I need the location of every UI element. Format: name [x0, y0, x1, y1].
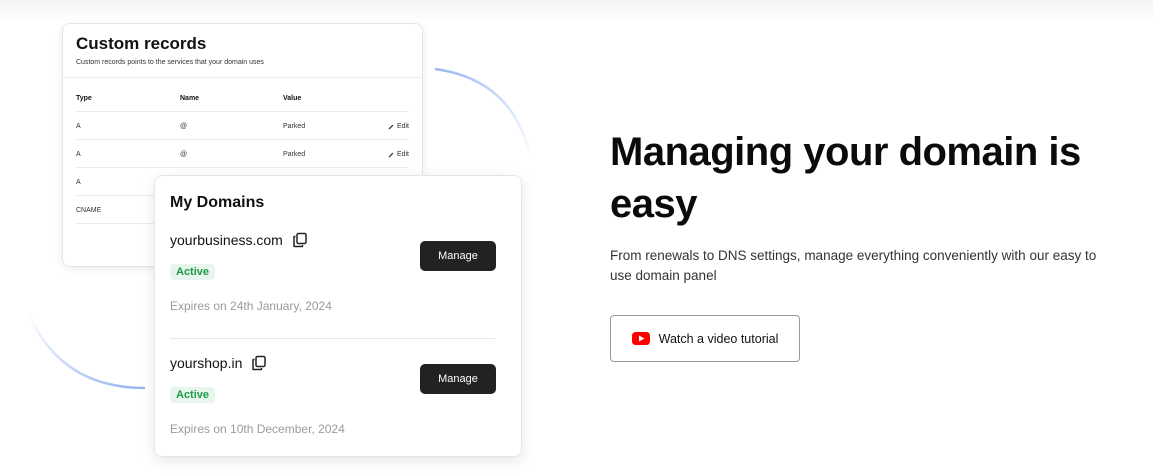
expiry-date: Expires on 24th January, 2024: [170, 299, 332, 313]
column-header-name: Name: [180, 95, 200, 102]
divider: [170, 338, 495, 339]
description-text: From renewals to DNS settings, manage ev…: [610, 248, 1097, 283]
edit-label: Edit: [396, 123, 409, 130]
cell-name: @: [180, 123, 188, 130]
youtube-icon: [631, 332, 650, 345]
records-title: Custom records: [76, 34, 207, 53]
table-header-row: Type Name Value: [76, 84, 409, 112]
copy-icon[interactable]: [251, 355, 267, 371]
table-row: A @ Parked Edit: [76, 140, 409, 168]
column-header-value: Value: [283, 95, 302, 102]
table-row: A @ Parked Edit: [76, 112, 409, 140]
cell-type: A: [76, 123, 81, 130]
records-subtitle: Custom records points to the services th…: [76, 59, 264, 66]
domain-name: yourbusiness.com: [170, 232, 283, 248]
domain-item: yourshop.in Active Expires on 10th Decem…: [170, 355, 496, 465]
my-domains-card: My Domains yourbusiness.com Active Expir…: [154, 175, 522, 457]
edit-link[interactable]: Edit: [388, 151, 409, 158]
domain-name-row: yourshop.in: [170, 355, 267, 371]
cell-value: Parked: [283, 123, 306, 130]
page-title: Managing your domain is easy: [610, 130, 1081, 226]
pencil-icon: [388, 152, 394, 157]
copy-icon[interactable]: [292, 232, 308, 248]
cell-value: Parked: [283, 151, 306, 158]
cell-type: CNAME: [76, 207, 102, 214]
manage-button[interactable]: Manage: [420, 364, 496, 394]
watch-video-button[interactable]: Watch a video tutorial: [610, 315, 800, 362]
cell-name: @: [180, 151, 188, 158]
domain-name-row: yourbusiness.com: [170, 232, 308, 248]
watch-video-label: Watch a video tutorial: [658, 331, 779, 346]
divider: [63, 77, 422, 78]
manage-button[interactable]: Manage: [420, 241, 496, 271]
status-badge: Active: [170, 387, 216, 403]
domain-name: yourshop.in: [170, 355, 243, 371]
domains-title: My Domains: [170, 194, 265, 211]
column-header-type: Type: [76, 95, 92, 102]
cell-type: A: [76, 179, 81, 186]
expiry-date: Expires on 10th December, 2024: [170, 422, 345, 436]
pencil-icon: [388, 124, 394, 129]
status-badge: Active: [170, 264, 216, 280]
cell-type: A: [76, 151, 81, 158]
page: Custom records Custom records points to …: [0, 0, 1153, 474]
edit-label: Edit: [396, 151, 409, 158]
domain-item: yourbusiness.com Active Expires on 24th …: [170, 232, 496, 342]
edit-link[interactable]: Edit: [388, 123, 409, 130]
